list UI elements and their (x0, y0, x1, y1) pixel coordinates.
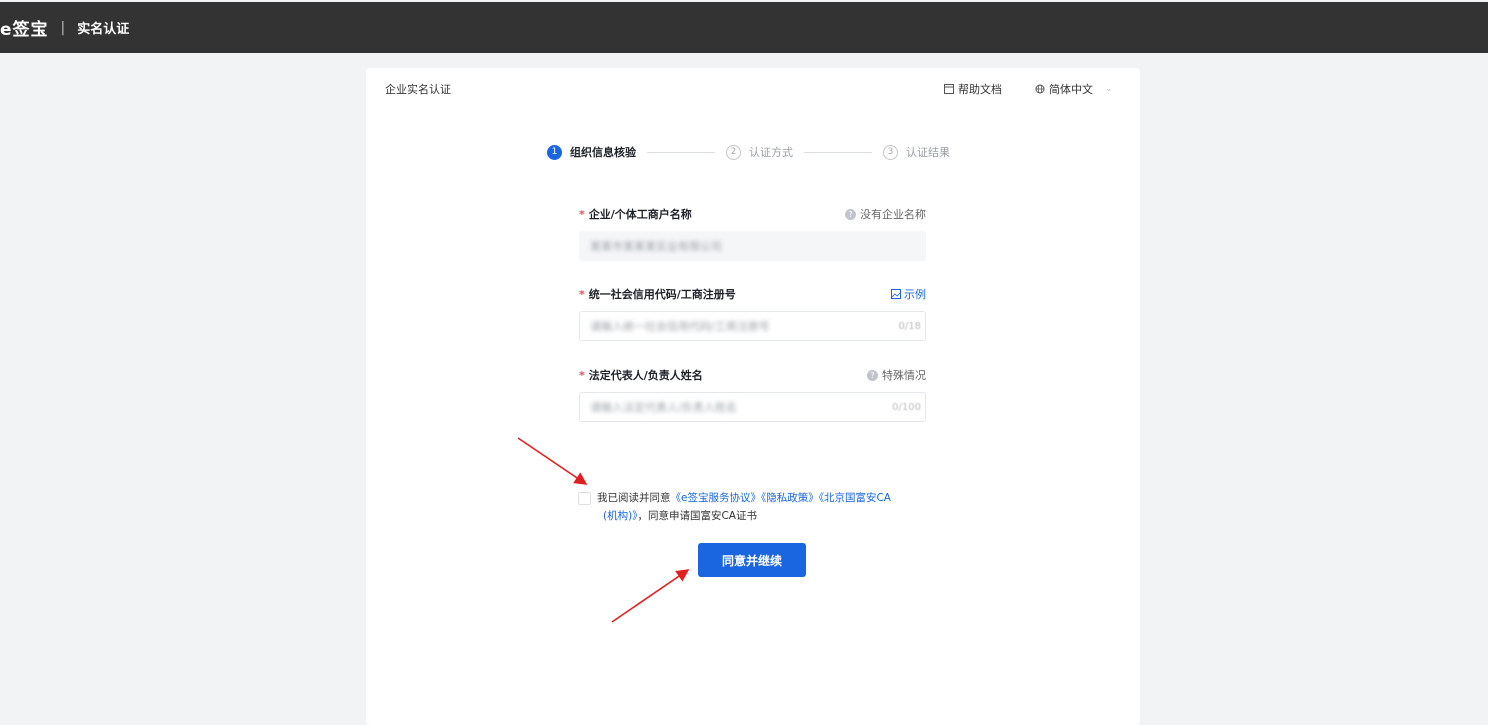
company-name-value: 某某市某某某实业有限公司 (590, 240, 722, 253)
company-name-label: * 企业/个体工商户名称 (579, 208, 692, 221)
company-name-input[interactable]: 某某市某某某实业有限公司 (579, 231, 926, 261)
agreement-suffix: ，同意申请国富安CA证书 (637, 510, 757, 522)
step-auth-result: 3 认证结果 (883, 144, 950, 160)
legal-rep-field: * 法定代表人/负责人姓名 ? 特殊情况 请输入法定代表人/负责人姓名 0/100 (579, 365, 926, 422)
credit-code-placeholder: 请输入统一社会信用代码/工商注册号 (590, 320, 770, 333)
credit-code-label: * 统一社会信用代码/工商注册号 (579, 288, 736, 301)
no-company-name-link[interactable]: ? 没有企业名称 (845, 206, 926, 222)
page-title: 实名认证 (77, 22, 130, 37)
step-label: 认证结果 (906, 146, 950, 159)
agreement-row: 我已阅读并同意《e签宝服务协议》《隐私政策》《北京国富安CA (机构)》，同意申… (578, 489, 928, 525)
brand-logo[interactable]: e签宝 (0, 15, 49, 40)
globe-icon (1035, 84, 1045, 94)
document-icon (944, 84, 954, 94)
step-label: 组织信息核验 (570, 146, 636, 159)
question-icon: ? (867, 369, 878, 381)
card-title: 企业实名认证 (385, 83, 451, 96)
progress-steps: 1 组织信息核验 2 认证方式 3 认证结果 (547, 144, 950, 160)
ca-agreement-link[interactable]: 《北京国富安CA (819, 492, 891, 504)
credit-code-input[interactable]: 请输入统一社会信用代码/工商注册号 0/18 (579, 311, 926, 341)
help-docs-link[interactable]: 帮助文档 (943, 81, 1002, 97)
step-connector (804, 151, 872, 153)
language-label: 简体中文 (1049, 83, 1093, 96)
help-docs-label: 帮助文档 (958, 83, 1002, 96)
legal-rep-input[interactable]: 请输入法定代表人/负责人姓名 0/100 (579, 392, 926, 422)
step-label: 认证方式 (749, 146, 793, 159)
agreement-prefix: 我已阅读并同意 (597, 492, 671, 504)
char-counter: 0/18 (898, 320, 921, 332)
service-agreement-link[interactable]: 《e签宝服务协议》 (671, 492, 761, 504)
question-icon: ? (845, 208, 856, 220)
special-case-link[interactable]: ? 特殊情况 (867, 367, 926, 383)
language-select[interactable]: 简体中文 ⌄ (1035, 81, 1113, 97)
image-icon (891, 289, 901, 299)
agreement-checkbox[interactable] (578, 492, 591, 505)
agree-continue-button[interactable]: 同意并继续 (698, 543, 806, 577)
verification-card: 企业实名认证 帮助文档 简体中文 ⌄ 1 组织信息核验 2 认证方式 3 认证结… (366, 68, 1140, 725)
char-counter: 0/100 (892, 401, 921, 413)
top-bar: e签宝 | 实名认证 (0, 2, 1488, 53)
step-number: 3 (883, 144, 898, 160)
step-connector (647, 151, 715, 153)
brand-separator: | (60, 19, 66, 36)
ca-agreement-link-cont[interactable]: (机构)》 (603, 510, 637, 522)
privacy-policy-link[interactable]: 《隐私政策》 (761, 492, 819, 504)
legal-rep-placeholder: 请输入法定代表人/负责人姓名 (590, 401, 737, 414)
legal-rep-label: * 法定代表人/负责人姓名 (579, 369, 703, 382)
step-org-info: 1 组织信息核验 (547, 144, 636, 160)
company-name-field: * 企业/个体工商户名称 ? 没有企业名称 某某市某某某实业有限公司 (579, 204, 926, 261)
credit-code-field: * 统一社会信用代码/工商注册号 示例 请输入统一社会信用代码/工商注册号 0/1… (579, 284, 926, 341)
step-number: 2 (726, 144, 741, 160)
example-link[interactable]: 示例 (891, 286, 926, 302)
agreement-text: 我已阅读并同意《e签宝服务协议》《隐私政策》《北京国富安CA (机构)》，同意申… (597, 489, 891, 525)
step-number: 1 (547, 144, 562, 160)
chevron-down-icon: ⌄ (1105, 84, 1113, 94)
step-auth-method: 2 认证方式 (726, 144, 793, 160)
